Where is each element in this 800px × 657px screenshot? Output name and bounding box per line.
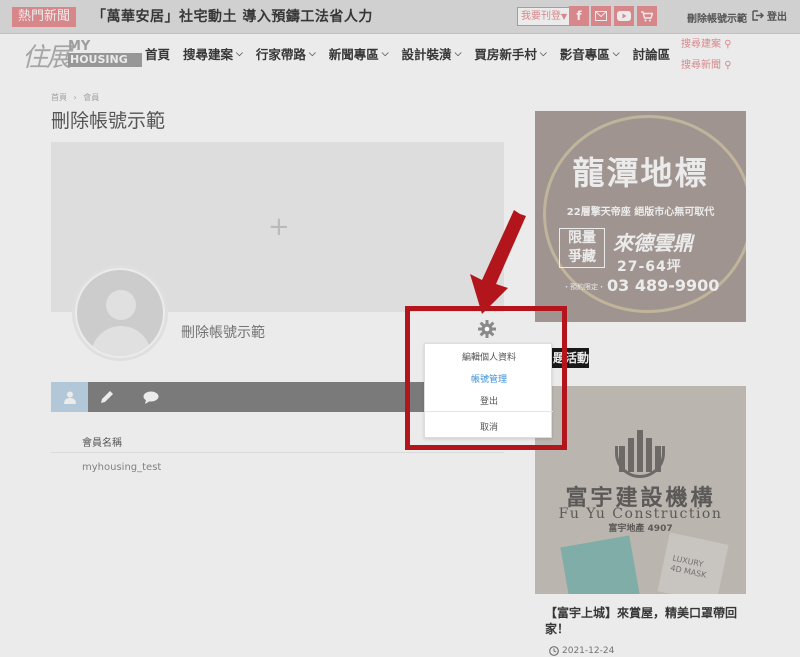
nav-item-video[interactable]: 影音專區 ⌵ [560,44,620,63]
breadcrumb-home[interactable]: 首頁 [51,93,67,102]
pencil-icon [100,391,113,403]
tab-about[interactable] [51,382,88,412]
member-name-value: myhousing_test [82,462,162,473]
nav-item-beginner[interactable]: 買房新手村 ⌵ [474,44,546,63]
mail-icon[interactable] [591,6,611,26]
annotation-highlight-box [405,306,567,450]
breadcrumb: 首頁 › 會員 [51,92,99,103]
logout-icon [752,10,764,21]
chevron-down-icon: ⌵ [308,48,316,59]
sidebar-post-title[interactable]: 【富宇上城】來賞屋，精美口罩帶回家！ [545,605,745,637]
search-icon: ⚲ [724,60,732,71]
facebook-icon[interactable]: f [569,6,589,26]
current-user-link[interactable]: 刪除帳號示範 [687,10,747,25]
nav-item-home[interactable]: 首頁 [145,44,170,63]
sidebar-post-date: 2021-12-24 [549,646,614,656]
clock-icon [549,646,559,656]
tab-comments[interactable] [132,382,169,412]
search-news-link[interactable]: 搜尋新聞 ⚲ [681,56,732,77]
nav-item-news[interactable]: 新聞專區 ⌵ [329,44,389,63]
news-ticker[interactable]: 「萬華安居」社宅動土 導入預鑄工法省人力 [92,7,373,27]
annotation-arrow-icon [470,210,526,314]
user-icon [63,391,76,404]
avatar[interactable] [72,265,168,361]
hot-news-label: 熱門新聞 [12,7,77,27]
nav-item-search-projects[interactable]: 搜尋建案 ⌵ [183,44,243,63]
tab-posts[interactable] [88,382,125,412]
publish-button[interactable]: 我要刊登▼ [517,7,572,26]
add-cover-icon[interactable]: + [268,212,290,242]
search-projects-link[interactable]: 搜尋建案 ⚲ [681,35,732,56]
nav-item-forum[interactable]: 討論區 [633,44,671,63]
breadcrumb-separator: › [73,93,77,102]
site-logo[interactable]: 住展 MY HOUSING [22,39,142,73]
nav-item-design[interactable]: 設計裝潢 ⌵ [402,44,462,63]
chevron-down-icon: ⌵ [454,48,462,59]
main-nav: 首頁 搜尋建案 ⌵ 行家帶路 ⌵ 新聞專區 ⌵ 設計裝潢 ⌵ 買房新手村 ⌵ 影音專區 ⌵ … [145,44,670,63]
chevron-down-icon: ⌵ [539,48,547,59]
youtube-icon[interactable] [614,6,634,26]
search-icon: ⚲ [724,39,732,50]
nav-item-expert-guide[interactable]: 行家帶路 ⌵ [256,44,316,63]
profile-name: 刪除帳號示範 [181,325,265,341]
search-links: 搜尋建案 ⚲ 搜尋新聞 ⚲ [681,35,732,77]
page-title: 刪除帳號示範 [51,110,166,132]
sidebar-ad-banner[interactable]: 龍潭地標 22層擎天帝座 絕版市心無可取代 限量 爭藏 來德雲鼎 27-64坪 … [535,111,746,322]
chevron-down-icon: ⌵ [236,48,243,59]
breadcrumb-current: 會員 [83,93,100,102]
comment-icon [143,391,158,404]
divider [51,452,504,453]
chevron-down-icon: ⌵ [381,48,389,59]
member-name-label: 會員名稱 [82,438,122,449]
logout-link[interactable]: 登出 [752,8,787,23]
site-header: 住展 MY HOUSING 首頁 搜尋建案 ⌵ 行家帶路 ⌵ 新聞專區 ⌵ 設計裝潢 ⌵… [0,35,800,80]
top-bar: 熱門新聞 「萬華安居」社宅動土 導入預鑄工法省人力 我要刊登▼ f 刪除帳號示範… [0,0,800,34]
cart-icon[interactable] [637,6,657,26]
chevron-down-icon: ⌵ [612,48,620,59]
